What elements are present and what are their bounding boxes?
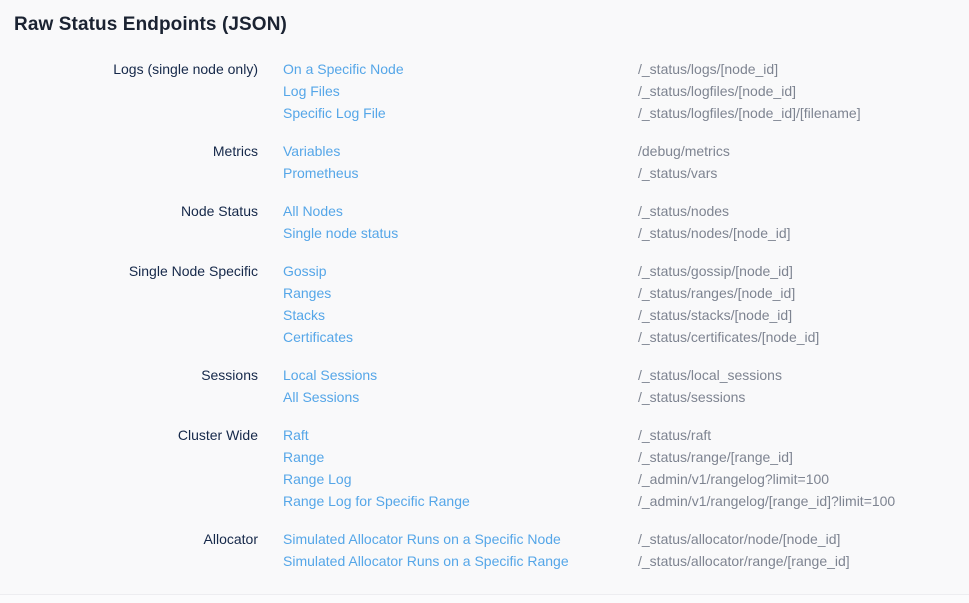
endpoint-path: /_admin/v1/rangelog?limit=100 — [638, 468, 829, 490]
group-label: Node Status — [0, 200, 258, 244]
endpoint-link[interactable]: Specific Log File — [283, 102, 638, 124]
endpoint-row: Range Log /_admin/v1/rangelog?limit=100 — [283, 468, 969, 490]
endpoint-link[interactable]: Range — [283, 446, 638, 468]
endpoint-row: Ranges /_status/ranges/[node_id] — [283, 282, 969, 304]
endpoint-row: All Nodes /_status/nodes — [283, 200, 969, 222]
endpoint-path: /_status/vars — [638, 162, 717, 184]
endpoint-link[interactable]: Range Log for Specific Range — [283, 490, 638, 512]
endpoint-path: /_status/allocator/node/[node_id] — [638, 528, 840, 550]
endpoint-link[interactable]: Range Log — [283, 468, 638, 490]
group-label: Logs (single node only) — [0, 58, 258, 124]
group-rows: Local Sessions /_status/local_sessions A… — [283, 364, 969, 408]
endpoint-group: Allocator Simulated Allocator Runs on a … — [0, 528, 969, 572]
endpoint-path: /_status/nodes — [638, 200, 729, 222]
endpoint-row: Range Log for Specific Range /_admin/v1/… — [283, 490, 969, 512]
endpoint-row: Simulated Allocator Runs on a Specific R… — [283, 550, 969, 572]
group-label: Allocator — [0, 528, 258, 572]
endpoint-path: /_status/range/[range_id] — [638, 446, 793, 468]
endpoint-path: /_status/stacks/[node_id] — [638, 304, 792, 326]
endpoint-path: /_status/local_sessions — [638, 364, 782, 386]
endpoint-link[interactable]: Local Sessions — [283, 364, 638, 386]
endpoint-row: Variables /debug/metrics — [283, 140, 969, 162]
endpoint-path: /_status/logs/[node_id] — [638, 58, 778, 80]
endpoint-link[interactable]: Prometheus — [283, 162, 638, 184]
endpoint-link[interactable]: Simulated Allocator Runs on a Specific N… — [283, 528, 638, 550]
group-rows: All Nodes /_status/nodes Single node sta… — [283, 200, 969, 244]
group-rows: Gossip /_status/gossip/[node_id] Ranges … — [283, 260, 969, 348]
endpoint-row: Raft /_status/raft — [283, 424, 969, 446]
endpoint-row: On a Specific Node /_status/logs/[node_i… — [283, 58, 969, 80]
group-label: Metrics — [0, 140, 258, 184]
endpoint-path: /_status/gossip/[node_id] — [638, 260, 793, 282]
endpoint-group: Sessions Local Sessions /_status/local_s… — [0, 364, 969, 408]
endpoint-group: Single Node Specific Gossip /_status/gos… — [0, 260, 969, 348]
group-rows: On a Specific Node /_status/logs/[node_i… — [283, 58, 969, 124]
endpoint-row: Certificates /_status/certificates/[node… — [283, 326, 969, 348]
endpoint-path: /debug/metrics — [638, 140, 730, 162]
bottom-divider — [0, 594, 969, 603]
endpoint-link[interactable]: Log Files — [283, 80, 638, 102]
endpoint-link[interactable]: Stacks — [283, 304, 638, 326]
endpoint-link[interactable]: Single node status — [283, 222, 638, 244]
group-rows: Simulated Allocator Runs on a Specific N… — [283, 528, 969, 572]
endpoint-group: Node Status All Nodes /_status/nodes Sin… — [0, 200, 969, 244]
endpoint-row: Log Files /_status/logfiles/[node_id] — [283, 80, 969, 102]
endpoint-group: Metrics Variables /debug/metrics Prometh… — [0, 140, 969, 184]
group-label: Cluster Wide — [0, 424, 258, 512]
endpoint-link[interactable]: On a Specific Node — [283, 58, 638, 80]
raw-status-endpoints-page: Raw Status Endpoints (JSON) Logs (single… — [0, 0, 969, 603]
endpoint-group: Logs (single node only) On a Specific No… — [0, 58, 969, 124]
endpoint-path: /_status/sessions — [638, 386, 745, 408]
endpoint-path: /_admin/v1/rangelog/[range_id]?limit=100 — [638, 490, 895, 512]
endpoint-path: /_status/allocator/range/[range_id] — [638, 550, 850, 572]
group-label: Sessions — [0, 364, 258, 408]
endpoint-groups: Logs (single node only) On a Specific No… — [0, 58, 969, 572]
endpoint-link[interactable]: All Sessions — [283, 386, 638, 408]
endpoint-link[interactable]: Raft — [283, 424, 638, 446]
endpoint-row: Specific Log File /_status/logfiles/[nod… — [283, 102, 969, 124]
endpoint-path: /_status/raft — [638, 424, 711, 446]
endpoint-link[interactable]: Variables — [283, 140, 638, 162]
endpoint-link[interactable]: Simulated Allocator Runs on a Specific R… — [283, 550, 638, 572]
group-rows: Raft /_status/raft Range /_status/range/… — [283, 424, 969, 512]
endpoint-path: /_status/ranges/[node_id] — [638, 282, 795, 304]
endpoint-row: Range /_status/range/[range_id] — [283, 446, 969, 468]
endpoint-row: All Sessions /_status/sessions — [283, 386, 969, 408]
endpoint-link[interactable]: Gossip — [283, 260, 638, 282]
endpoint-row: Prometheus /_status/vars — [283, 162, 969, 184]
endpoint-row: Single node status /_status/nodes/[node_… — [283, 222, 969, 244]
endpoint-path: /_status/certificates/[node_id] — [638, 326, 819, 348]
endpoint-path: /_status/nodes/[node_id] — [638, 222, 791, 244]
endpoint-path: /_status/logfiles/[node_id]/[filename] — [638, 102, 861, 124]
endpoint-row: Stacks /_status/stacks/[node_id] — [283, 304, 969, 326]
endpoint-row: Gossip /_status/gossip/[node_id] — [283, 260, 969, 282]
endpoint-link[interactable]: All Nodes — [283, 200, 638, 222]
endpoint-group: Cluster Wide Raft /_status/raft Range /_… — [0, 424, 969, 512]
page-title: Raw Status Endpoints (JSON) — [0, 0, 969, 36]
group-rows: Variables /debug/metrics Prometheus /_st… — [283, 140, 969, 184]
endpoint-row: Simulated Allocator Runs on a Specific N… — [283, 528, 969, 550]
endpoint-path: /_status/logfiles/[node_id] — [638, 80, 796, 102]
endpoint-link[interactable]: Certificates — [283, 326, 638, 348]
group-label: Single Node Specific — [0, 260, 258, 348]
endpoint-row: Local Sessions /_status/local_sessions — [283, 364, 969, 386]
endpoint-link[interactable]: Ranges — [283, 282, 638, 304]
